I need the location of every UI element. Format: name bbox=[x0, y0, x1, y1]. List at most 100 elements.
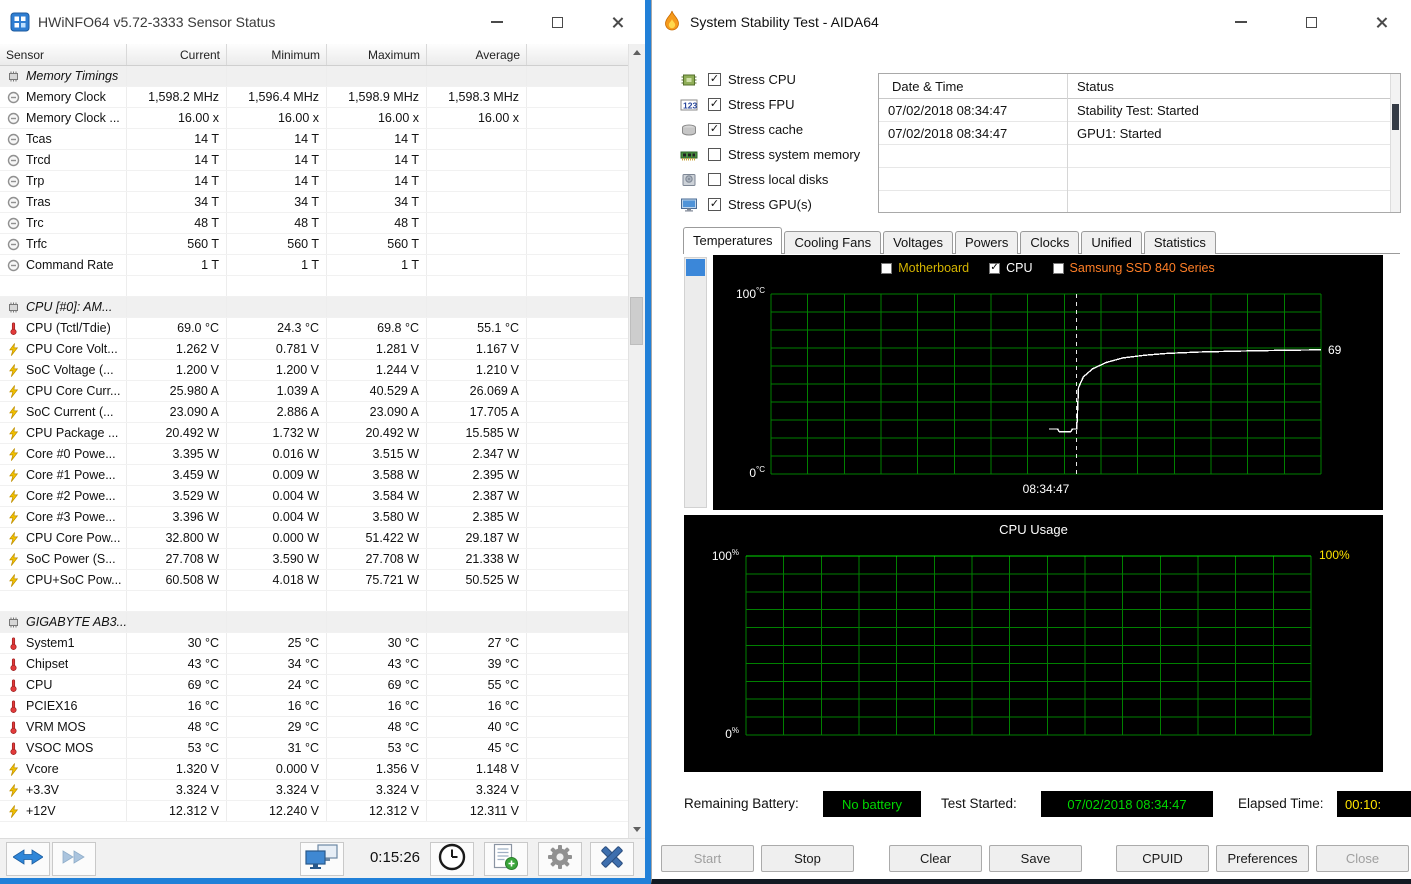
sensor-row[interactable]: Command Rate 1 T1 T1 T bbox=[0, 255, 645, 276]
stress-option-cache[interactable]: ✓ Stress cache bbox=[679, 121, 860, 138]
sensor-row[interactable]: SoC Power (S... 27.708 W 3.590 W 27.708 W 21… bbox=[0, 549, 645, 570]
nav-arrows-button[interactable] bbox=[6, 842, 50, 876]
legend-checkbox[interactable]: ✓ bbox=[989, 262, 1001, 274]
stress-option-checkbox[interactable]: ✓ bbox=[708, 123, 721, 136]
log-row[interactable] bbox=[879, 145, 1400, 168]
scroll-up-icon[interactable] bbox=[629, 44, 645, 61]
sensor-row[interactable]: CPU Core Volt... 1.262 V 0.781 V 1.281 V 1.1… bbox=[0, 339, 645, 360]
sensor-section-row[interactable]: Memory Timings bbox=[0, 66, 645, 87]
sensor-row[interactable]: CPU (Tctl/Tdie) 69.0 °C 24.3 °C 69.8 °C 55.1… bbox=[0, 318, 645, 339]
stress-option-checkbox[interactable]: ✓ bbox=[708, 198, 721, 211]
sensor-row[interactable]: Trfc 560 T 560 T 560 T bbox=[0, 234, 645, 255]
column-header-maximum[interactable]: Maximum bbox=[327, 44, 427, 65]
sensor-name: CPU+SoC Pow... bbox=[26, 573, 122, 587]
sensor-row[interactable]: Core #1 Powe... 3.459 W 0.009 W 3.588 W 2.39… bbox=[0, 465, 645, 486]
sensor-row[interactable]: Memory Clock 1,598.2 MHz 1,596.4 MHz 1,598.… bbox=[0, 87, 645, 108]
chart-scrollbar[interactable] bbox=[684, 257, 707, 508]
preferences-button[interactable]: Preferences bbox=[1216, 845, 1309, 872]
log-column-datetime[interactable]: Date & Time bbox=[879, 79, 1067, 94]
bolt-icon bbox=[0, 531, 26, 545]
sensor-row[interactable]: Trcd 14 T 14 T 14 T bbox=[0, 150, 645, 171]
aida-maximize-button[interactable] bbox=[1303, 14, 1319, 30]
sensor-row[interactable]: Core #2 Powe... 3.529 W 0.004 W 3.584 W 2.38… bbox=[0, 486, 645, 507]
sensor-row[interactable]: Trc 48 T 48 T 48 T bbox=[0, 213, 645, 234]
tab-clocks[interactable]: Clocks bbox=[1020, 231, 1080, 254]
nav-forward-button[interactable] bbox=[52, 842, 96, 876]
sensor-row[interactable]: +12V 12.312 V 12.240 V 12.312 V 12.311 V bbox=[0, 801, 645, 822]
stress-option-cpu[interactable]: ✓ Stress CPU bbox=[679, 71, 860, 88]
sensor-row[interactable]: CPU Core Curr... 25.980 A 1.039 A 40.529 A2… bbox=[0, 381, 645, 402]
tab-statistics[interactable]: Statistics bbox=[1143, 231, 1216, 254]
sensor-row[interactable]: Tcas 14 T 14 T 14 T bbox=[0, 129, 645, 150]
sensor-row[interactable]: System1 30 °C 25 °C 30 °C 27 °C bbox=[0, 633, 645, 654]
stress-option-gpu[interactable]: ✓ Stress GPU(s) bbox=[679, 196, 860, 213]
sensor-row[interactable]: CPU 69 °C 24 °C 69 °C 55 °C bbox=[0, 675, 645, 696]
sensor-row[interactable]: Vcore 1.320 V 0.000 V 1.356 V 1.148 V bbox=[0, 759, 645, 780]
hwinfo-close-button[interactable] bbox=[609, 14, 625, 30]
sensor-section-row[interactable]: GIGABYTE AB3... bbox=[0, 612, 645, 633]
sensor-row[interactable]: CPU Core Pow... 32.800 W 0.000 W 51.422 W 29… bbox=[0, 528, 645, 549]
hwinfo-titlebar[interactable]: HWiNFO64 v5.72-3333 Sensor Status bbox=[0, 0, 645, 44]
report-button[interactable] bbox=[484, 842, 528, 876]
sensor-row[interactable]: CPU Package ... 20.492 W 1.732 W 20.492 W 15… bbox=[0, 423, 645, 444]
tab-voltages[interactable]: Voltages bbox=[883, 231, 953, 254]
stress-option-checkbox[interactable]: ✓ bbox=[708, 98, 721, 111]
log-scrollbar-thumb[interactable] bbox=[1392, 104, 1399, 130]
hwinfo-maximize-button[interactable] bbox=[549, 14, 565, 30]
column-header-minimum[interactable]: Minimum bbox=[227, 44, 327, 65]
chart-scrollbar-thumb[interactable] bbox=[686, 259, 705, 276]
sensor-row[interactable]: SoC Current (... 23.090 A 2.886 A 23.090 A1… bbox=[0, 402, 645, 423]
clear-button[interactable]: Clear bbox=[889, 845, 982, 872]
scroll-down-icon[interactable] bbox=[629, 821, 645, 838]
sensor-row[interactable]: SoC Voltage (... 1.200 V 1.200 V 1.244 V 1.2… bbox=[0, 360, 645, 381]
settings-button[interactable] bbox=[538, 842, 582, 876]
legend-item-motherboard[interactable]: Motherboard bbox=[881, 261, 969, 275]
hwinfo-minimize-button[interactable] bbox=[489, 14, 505, 30]
legend-item-samsung-ssd-840-series[interactable]: Samsung SSD 840 Series bbox=[1052, 261, 1215, 275]
clock-button[interactable] bbox=[430, 842, 474, 876]
sensor-row[interactable]: VSOC MOS 53 °C 31 °C 53 °C 45 °C bbox=[0, 738, 645, 759]
aida-close-button[interactable] bbox=[1373, 14, 1389, 30]
sensor-row[interactable]: PCIEX16 16 °C 16 °C 16 °C 16 °C bbox=[0, 696, 645, 717]
sensor-table-scrollbar[interactable] bbox=[628, 44, 645, 838]
log-row[interactable]: 07/02/2018 08:34:47 Stability Test: Start… bbox=[879, 99, 1400, 122]
legend-checkbox[interactable] bbox=[1052, 262, 1064, 274]
stress-option-checkbox[interactable] bbox=[708, 173, 721, 186]
aida-titlebar[interactable]: System Stability Test - AIDA64 bbox=[652, 0, 1411, 44]
tab-temperatures[interactable]: Temperatures bbox=[683, 227, 783, 254]
log-column-status[interactable]: Status bbox=[1067, 79, 1400, 94]
column-header-current[interactable]: Current bbox=[127, 44, 227, 65]
scrollbar-thumb[interactable] bbox=[630, 297, 643, 345]
stop-button[interactable]: Stop bbox=[761, 845, 854, 872]
sensor-row[interactable]: VRM MOS 48 °C 29 °C 48 °C 40 °C bbox=[0, 717, 645, 738]
legend-item-cpu[interactable]: ✓ CPU bbox=[989, 261, 1033, 275]
stress-option-disk[interactable]: Stress local disks bbox=[679, 171, 860, 188]
stress-option-fpu[interactable]: 123 ✓ Stress FPU bbox=[679, 96, 860, 113]
log-scrollbar[interactable] bbox=[1390, 74, 1400, 212]
save-button[interactable]: Save bbox=[989, 845, 1082, 872]
stress-option-checkbox[interactable] bbox=[708, 148, 721, 161]
sensor-section-row[interactable]: CPU [#0]: AM... bbox=[0, 297, 645, 318]
close-sensors-button[interactable] bbox=[590, 842, 634, 876]
column-header-sensor[interactable]: Sensor bbox=[0, 44, 127, 65]
log-row[interactable]: 07/02/2018 08:34:47 GPU1: Started bbox=[879, 122, 1400, 145]
sensor-row[interactable]: Chipset 43 °C 34 °C 43 °C 39 °C bbox=[0, 654, 645, 675]
sensor-row[interactable]: Core #3 Powe... 3.396 W 0.004 W 3.580 W 2.38… bbox=[0, 507, 645, 528]
cpuid-button[interactable]: CPUID bbox=[1116, 845, 1209, 872]
stress-option-checkbox[interactable]: ✓ bbox=[708, 73, 721, 86]
sensor-row[interactable]: Trp 14 T 14 T 14 T bbox=[0, 171, 645, 192]
log-row[interactable] bbox=[879, 168, 1400, 191]
sensor-row[interactable]: +3.3V 3.324 V 3.324 V 3.324 V 3.324 V bbox=[0, 780, 645, 801]
tab-cooling-fans[interactable]: Cooling Fans bbox=[784, 231, 882, 254]
sensor-row[interactable]: Core #0 Powe... 3.395 W 0.016 W 3.515 W 2.34… bbox=[0, 444, 645, 465]
legend-checkbox[interactable] bbox=[881, 262, 893, 274]
sensor-row[interactable]: Memory Clock ... 16.00 x 16.00 x 16.00 x 16.… bbox=[0, 108, 645, 129]
column-header-average[interactable]: Average bbox=[427, 44, 527, 65]
tab-powers[interactable]: Powers bbox=[954, 231, 1019, 254]
aida-minimize-button[interactable] bbox=[1233, 14, 1249, 30]
sensor-row[interactable]: Tras 34 T 34 T 34 T bbox=[0, 192, 645, 213]
remote-monitoring-button[interactable] bbox=[300, 842, 344, 876]
sensor-row[interactable]: CPU+SoC Pow... 60.508 W 4.018 W 75.721 W 50.… bbox=[0, 570, 645, 591]
stress-option-memory[interactable]: Stress system memory bbox=[679, 146, 860, 163]
tab-unified[interactable]: Unified bbox=[1081, 231, 1142, 254]
